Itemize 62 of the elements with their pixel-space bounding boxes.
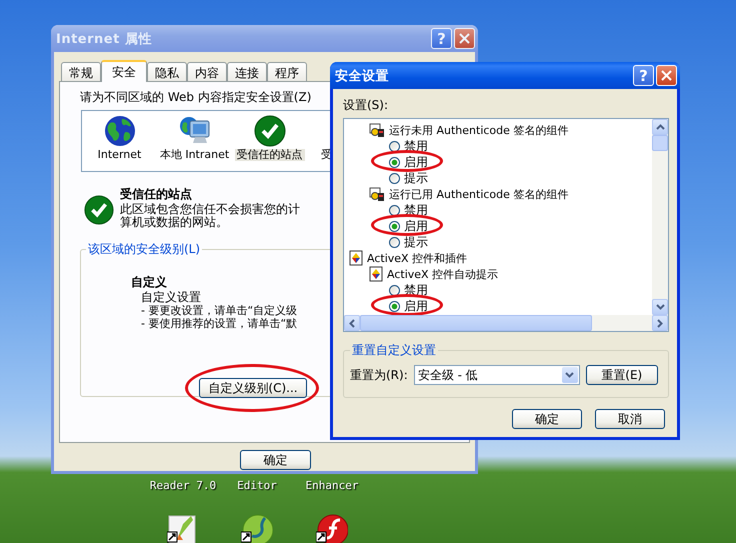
reset-label: 重置为(R): [350,366,408,384]
scrollbar-thumb[interactable] [360,315,592,331]
group-title: 重置自定义设置 [351,342,437,359]
zone-item[interactable]: 受信任的站点 [234,149,304,161]
scrollbar-thumb[interactable] [652,135,668,151]
settings-label: 设置(S): [343,97,390,114]
scroll-right-icon[interactable] [652,315,668,331]
setting-label: ActiveX 控件和插件 [367,250,468,266]
radio-button[interactable] [389,172,400,184]
ok-button[interactable]: 确定 [512,409,582,429]
option-label[interactable]: 提示 [404,234,428,250]
level-note: - 要使用推荐的设置，请单击“默 [141,317,298,330]
level-name: 自定义 [131,274,167,291]
help-button[interactable]: ? [633,65,654,86]
document-diamond-icon [349,250,363,266]
vertical-scrollbar[interactable] [652,119,668,315]
instruction-text: 请为不同区域的 Web 内容指定安全设置(Z) [80,89,312,106]
custom-level-button[interactable]: 自定义级别(C)... [199,378,307,398]
horizontal-scrollbar[interactable] [344,315,668,331]
scroll-left-icon[interactable] [344,315,360,331]
window-title: 安全设置 [335,68,389,84]
group-title: 该区域的安全级别(L) [87,241,202,258]
desktop-icon-label[interactable]: Enhancer [287,479,377,492]
radio-button[interactable] [389,220,400,232]
option-label[interactable]: 启用 [404,298,428,314]
check-icon [84,195,114,225]
setting-label: 运行未用 Authenticode 签名的组件 [389,122,568,138]
option-label[interactable]: 提示 [404,170,428,186]
option-label[interactable]: 启用 [404,154,428,170]
close-icon [661,70,672,81]
zone-item[interactable]: 本地 Intranet [158,149,232,161]
option-label[interactable]: 启用 [404,218,428,234]
zone-item[interactable]: Internet [96,149,144,161]
ring-logo-shortcut-icon[interactable] [241,514,273,543]
scroll-down-icon[interactable] [652,299,668,315]
globe-icon [104,115,136,147]
cancel-button[interactable]: 取消 [595,409,665,429]
radio-button[interactable] [389,204,400,216]
circle-logo-shortcut-icon[interactable] [316,514,348,543]
certificate-icon [369,122,385,138]
close-icon [459,33,470,44]
level-heading: 自定义设置 [141,291,201,304]
zone-description: 此区域包含您信任不会损害您的计算机或数据的网站。 [120,203,301,229]
radio-button[interactable] [389,284,400,296]
zone-title: 受信任的站点 [120,186,193,203]
setting-label: ActiveX 控件自动提示 [387,266,498,282]
level-note: - 要更改设置，请单击“自定义级 [141,304,298,317]
radio-button[interactable] [389,236,400,248]
close-button[interactable] [656,65,677,86]
certificate-icon [369,186,385,202]
security-level-dropdown[interactable]: 安全级 - 低 [414,365,580,385]
radio-button[interactable] [389,156,400,168]
radio-button[interactable] [389,140,400,152]
desktop-icon-label[interactable]: Reader 7.0 [138,479,228,492]
window-title: Internet 属性 [56,30,152,48]
setting-label: 运行已用 Authenticode 签名的组件 [389,186,568,202]
chevron-down-icon[interactable] [562,367,578,383]
reset-button[interactable]: 重置(E) [586,365,658,385]
check-icon [254,115,286,147]
radio-button[interactable] [389,300,400,312]
scroll-up-icon[interactable] [652,119,668,135]
document-diamond-icon [369,266,383,282]
